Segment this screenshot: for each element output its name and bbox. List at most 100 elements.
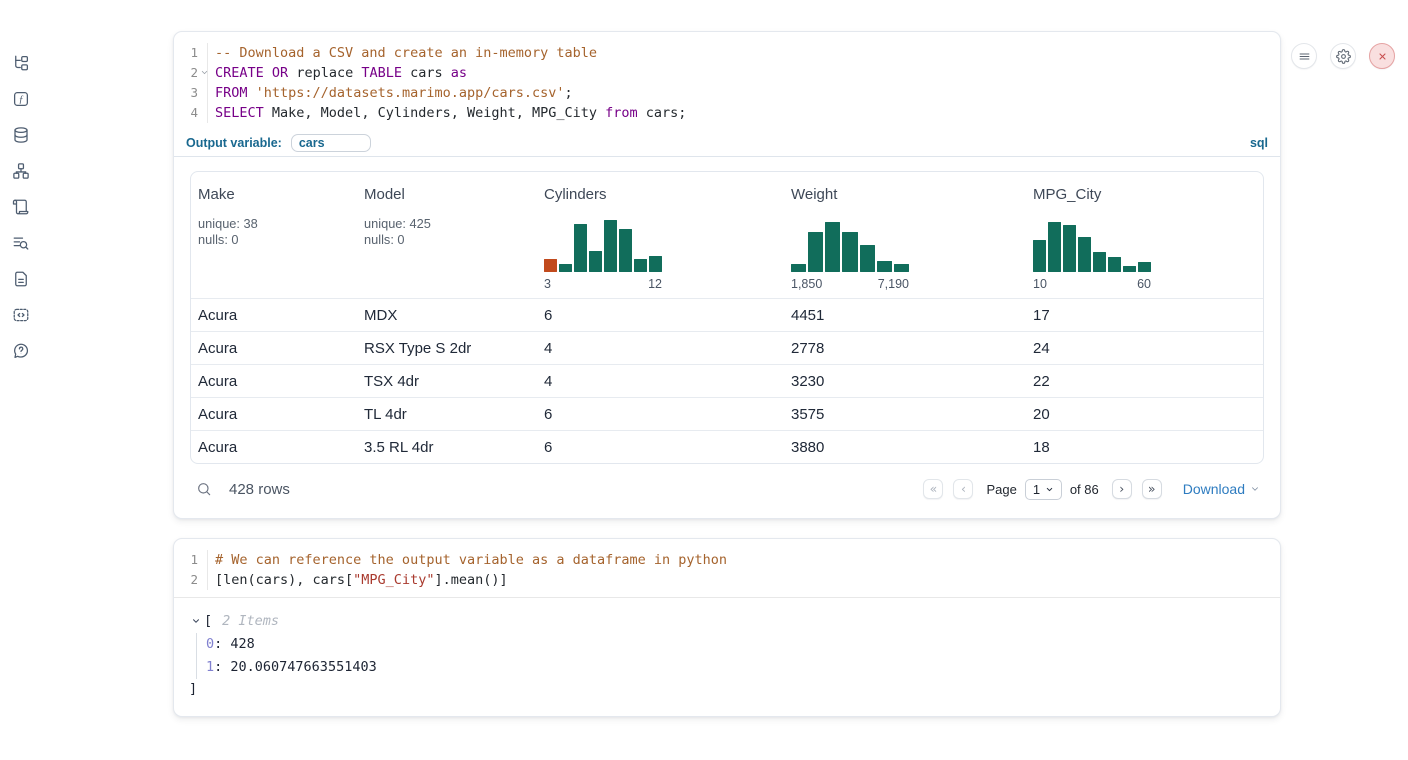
hamburger-icon <box>1297 49 1312 64</box>
line-number: 4 <box>174 103 207 123</box>
histogram-axis-labels: 312 <box>544 277 662 291</box>
close-icon <box>1375 49 1390 64</box>
column-header[interactable]: MPG_City1060 <box>1026 185 1263 291</box>
result-tree: [ 2 Items 0: 4281: 20.060747663551403 ] <box>174 598 1280 716</box>
tree-items: 0: 4281: 20.060747663551403 <box>196 633 1264 679</box>
code-line[interactable]: 1# We can reference the output variable … <box>174 550 1280 570</box>
table-cell: 20 <box>1026 406 1263 423</box>
code-text: -- Download a CSV and create an in-memor… <box>207 43 597 63</box>
table-cell: Acura <box>191 340 357 357</box>
first-page-button[interactable]: « <box>923 479 943 499</box>
sql-code-editor[interactable]: 1-- Download a CSV and create an in-memo… <box>174 32 1280 130</box>
file-tree-icon[interactable] <box>12 54 30 72</box>
sidebar: ƒ <box>0 31 42 760</box>
prev-page-button[interactable]: ‹ <box>953 479 973 499</box>
close-app-button[interactable] <box>1369 43 1395 69</box>
table-cell: 4 <box>537 340 784 357</box>
page-select[interactable]: 1 <box>1025 479 1062 500</box>
page-total-label: of 86 <box>1070 482 1099 497</box>
topbar-actions <box>1291 43 1395 69</box>
histogram-axis-labels: 1,8507,190 <box>791 277 909 291</box>
settings-button[interactable] <box>1330 43 1356 69</box>
download-button[interactable]: Download <box>1183 481 1260 497</box>
column-header[interactable]: Weight 1,8507,190 <box>784 185 1026 291</box>
pagination: « ‹ Page 1 of 86 › » Download <box>923 479 1260 500</box>
code-line[interactable]: 3FROM 'https://datasets.marimo.app/cars.… <box>174 83 1280 103</box>
download-label: Download <box>1183 481 1245 497</box>
table-cell: RSX Type S 2dr <box>357 340 537 357</box>
table-cell: 24 <box>1026 340 1263 357</box>
table-cell: 6 <box>537 406 784 423</box>
code-text: CREATE OR replace TABLE cars as <box>207 63 467 83</box>
scroll-icon[interactable] <box>12 198 30 216</box>
fold-chevron-icon[interactable] <box>200 68 209 77</box>
menu-button[interactable] <box>1291 43 1317 69</box>
table-body: AcuraMDX6445117AcuraRSX Type S 2dr427782… <box>191 298 1263 463</box>
tree-item-value: 428 <box>230 636 254 652</box>
database-icon[interactable] <box>12 126 30 144</box>
code-line[interactable]: 4SELECT Make, Model, Cylinders, Weight, … <box>174 103 1280 123</box>
column-name: Weight <box>791 185 1026 205</box>
logs-icon[interactable] <box>12 234 30 252</box>
tree-items-count: 2 Items <box>222 613 279 629</box>
table-cell: 3575 <box>784 406 1026 423</box>
column-header[interactable]: Cylinders 312 <box>537 185 784 291</box>
document-icon[interactable] <box>12 270 30 288</box>
table-cell: 22 <box>1026 373 1263 390</box>
last-page-button[interactable]: » <box>1142 479 1162 499</box>
table-cell: 4451 <box>784 307 1026 324</box>
table-footer: 428 rows « ‹ Page 1 of 86 › » Download <box>190 471 1264 507</box>
output-variable-input[interactable] <box>291 134 371 152</box>
code-line[interactable]: 2[len(cars), cars["MPG_City"].mean()] <box>174 570 1280 590</box>
tree-item-key: 1 <box>206 659 214 675</box>
table-cell: 6 <box>537 439 784 456</box>
column-header[interactable]: Model unique: 425nulls: 0 <box>357 185 537 291</box>
column-name: Cylinders <box>544 185 784 205</box>
help-icon[interactable] <box>12 342 30 360</box>
next-page-button[interactable]: › <box>1112 479 1132 499</box>
code-line[interactable]: 1-- Download a CSV and create an in-memo… <box>174 43 1280 63</box>
column-name: Model <box>364 185 537 205</box>
column-histogram <box>1033 216 1151 272</box>
python-cell: 1# We can reference the output variable … <box>173 538 1281 717</box>
sql-cell-output: Make unique: 38nulls: 0 Model unique: 425nu… <box>174 157 1280 518</box>
table-row: AcuraRSX Type S 2dr4277824 <box>191 331 1263 364</box>
column-name: Make <box>198 185 357 205</box>
svg-text:ƒ: ƒ <box>19 94 24 105</box>
table-row: Acura3.5 RL 4dr6388018 <box>191 430 1263 463</box>
output-variable-label: Output variable: <box>186 136 282 150</box>
code-text: [len(cars), cars["MPG_City"].mean()] <box>207 570 508 590</box>
data-table: Make unique: 38nulls: 0 Model unique: 425nu… <box>190 171 1264 464</box>
column-stats: unique: 38nulls: 0 <box>198 216 357 248</box>
chevron-down-icon <box>1250 484 1260 494</box>
notebook: 1-- Download a CSV and create an in-memo… <box>173 31 1281 717</box>
page-label: Page <box>986 482 1016 497</box>
table-cell: 2778 <box>784 340 1026 357</box>
line-number: 2 <box>174 570 207 590</box>
line-number: 1 <box>174 43 207 63</box>
table-cell: MDX <box>357 307 537 324</box>
table-cell: 18 <box>1026 439 1263 456</box>
code-line[interactable]: 2CREATE OR replace TABLE cars as <box>174 63 1280 83</box>
table-cell: Acura <box>191 307 357 324</box>
dependency-graph-icon[interactable] <box>12 162 30 180</box>
tree-close-bracket: ] <box>189 681 1264 698</box>
python-code-editor[interactable]: 1# We can reference the output variable … <box>174 539 1280 597</box>
table-cell: 3230 <box>784 373 1026 390</box>
table-cell: TSX 4dr <box>357 373 537 390</box>
search-icon[interactable] <box>196 481 212 497</box>
table-cell: Acura <box>191 373 357 390</box>
language-badge[interactable]: sql <box>1250 136 1268 150</box>
table-cell: Acura <box>191 439 357 456</box>
column-stats: unique: 425nulls: 0 <box>364 216 537 248</box>
tree-item-value: 20.060747663551403 <box>230 659 376 675</box>
snippets-icon[interactable] <box>12 306 30 324</box>
table-row: AcuraTL 4dr6357520 <box>191 397 1263 430</box>
tree-collapse-chevron-icon[interactable] <box>191 616 201 626</box>
tree-item: 0: 428 <box>206 633 1264 656</box>
table-cell: TL 4dr <box>357 406 537 423</box>
function-icon[interactable]: ƒ <box>12 90 30 108</box>
chevron-down-icon <box>1045 485 1054 494</box>
line-number: 3 <box>174 83 207 103</box>
column-header[interactable]: Make unique: 38nulls: 0 <box>191 185 357 291</box>
